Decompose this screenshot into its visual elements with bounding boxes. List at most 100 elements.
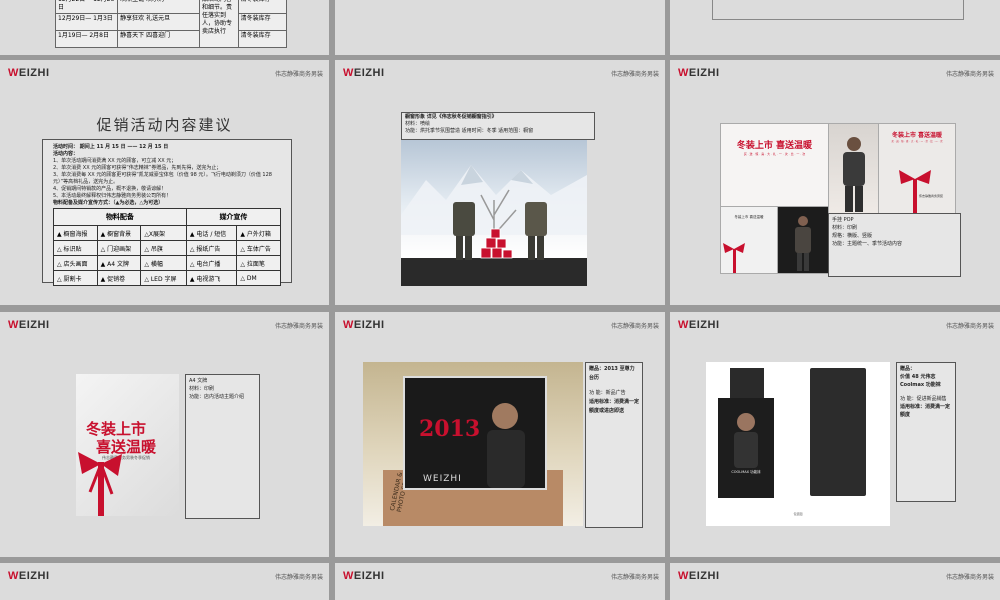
a4-line: 材料：印刷 (189, 386, 215, 392)
sock-line: 适用标准：消费满一定额度 (900, 404, 951, 418)
sock-box-front: COOLMAX 功能袜 (718, 398, 774, 498)
slide-a4-sign[interactable]: WEIZHI 伟志静雅商务男装 冬装上市 喜送温暖 伟志静雅商务男装冬季促销 A… (0, 312, 329, 557)
promo-line: 1、单次活动期间消费满 XX 元的顾客，可立减 XX 元； (53, 158, 177, 164)
schedule-date: 12月22日— 12月25日 (54, 0, 119, 14)
table-header: 媒介宣传 (185, 208, 282, 226)
slide-window-display[interactable]: WEIZHI 伟志静雅商务男装 橱窗形象 详见《伟志秋冬促销橱窗指引》 材料：喷… (335, 60, 665, 305)
brand-tagline: 伟志静雅商务男装 (610, 323, 659, 330)
calendar-photo: CALENDAR & PHOTO FRAME 2013 WEIZHI (363, 362, 583, 526)
gift-line: 适用标准：消费满一定额度或进店即送 (589, 399, 640, 414)
slide-partial-bottom-1[interactable]: WEIZHI 伟志静雅商务男装 (0, 563, 329, 600)
table-cell: ▲ 户外灯箱 (236, 225, 281, 241)
brand-tagline: 伟志静雅商务男装 (945, 323, 994, 330)
window-function: 功能：烘托季节氛围营造 适用时间：冬季 适用范围：橱窗 (405, 128, 534, 134)
table-cell: △ 厨割卡 (53, 270, 98, 286)
calendar-brand: WEIZHI (423, 474, 462, 484)
brand-tagline: 伟志静雅商务男装 (945, 574, 994, 581)
table-header: 物料配备 (53, 208, 187, 226)
table-row: 12月22日— 12月25日 欢欣圣诞 欢乐购 品活动内容和细节。责任落实到人，… (54, 0, 288, 48)
pop-line: 材料：印刷 (832, 225, 858, 231)
slide-box-partial[interactable] (670, 0, 1000, 55)
weizhi-logo: WEIZHI (678, 570, 720, 582)
page-title: 促销活动内容建议 (96, 116, 233, 134)
table-row: △ 标识贴 △ 门迎画架 △ 吊旗 △ 报纸广告 △ 车体广告 (53, 240, 281, 256)
sock-caption: 包装图 (793, 512, 803, 516)
weizhi-logo: WEIZHI (343, 319, 385, 331)
a4-line: 功能：店内活动主题介绍 (189, 394, 245, 400)
pop-banner: 伟志静雅商务男装 (919, 194, 944, 198)
slide-sock-gift[interactable]: WEIZHI 伟志静雅商务男装 COOLMAX 功能袜 包装图 赠品： 价值 4… (670, 312, 1000, 557)
pop-poster-horizontal: 冬装上市 喜送温暖 买 · 送 · 惊 · 喜 · 大 · 礼 · 一 · 次 … (720, 123, 829, 207)
promo-content-label: 活动内容： (53, 151, 79, 157)
model-figure (795, 216, 811, 271)
promo-line: 5、本活动最终解释权归伟志静雅商务男装公司所有！ (53, 193, 172, 199)
table-cell: ▲ 电话 / 短信 (185, 225, 238, 241)
schedule-table: 12月22日— 12月25日 欢欣圣诞 欢乐购 品活动内容和细节。责任落实到人，… (54, 0, 288, 48)
window-form: 橱窗形象 详见《伟志秋冬促销橱窗指引》 (405, 114, 497, 120)
schedule-stock: 清冬装库存 (237, 30, 288, 48)
a4-info-box: A4 文牌 材料：印刷 功能：店内活动主题介绍 (185, 374, 260, 519)
slide-promo-content[interactable]: WEIZHI 伟志静雅商务男装 促销活动内容建议 活动时间： 期间上 11 月 … (0, 60, 329, 305)
weizhi-logo: WEIZHI (8, 67, 50, 79)
weizhi-logo: WEIZHI (8, 319, 50, 331)
brand-tagline: 伟志静雅商务男装 (274, 71, 323, 78)
sock-line: 功 能：促进新品销售 (900, 396, 947, 402)
materials-table: 物料配备 媒介宣传 ▲ 橱窗海报 ▲ 橱窗背景 △X展架 ▲ 电话 / 短信 ▲ 户外灯… (53, 208, 282, 286)
table-cell: △ 店头画面 (53, 255, 98, 271)
slide-partial-bottom-2[interactable]: WEIZHI 伟志静雅商务男装 (335, 563, 665, 600)
promo-line: 4、促销期间特销款的产品，概不退换，敬请谅解！ (53, 186, 167, 192)
window-info-box: 橱窗形象 详见《伟志秋冬促销橱窗指引》 材料：喷绘 功能：烘托季节氛围营造 适用… (401, 112, 595, 140)
pop-headline: 冬装上市 喜送温暖 (736, 141, 813, 151)
weizhi-logo: WEIZHI (343, 570, 385, 582)
a4-line: A4 文牌 (189, 378, 208, 384)
pop-line: 手挂 POP (832, 217, 854, 223)
table-cell: △ 车体广告 (236, 240, 281, 256)
calendar-frame: 2013 WEIZHI (403, 376, 547, 490)
materials-label: 物料配备及媒介宣传方式：（▲为必选，△为可选） (53, 200, 164, 206)
slide-schedule-partial[interactable]: 12月22日— 12月25日 欢欣圣诞 欢乐购 品活动内容和细节。责任落实到人，… (0, 0, 329, 55)
table-cell: △ 拉面笔 (236, 255, 281, 271)
pop-model-photo (828, 123, 880, 214)
table-row: 物料配备 媒介宣传 (53, 208, 282, 226)
promo-time: 活动时间： 期间上 11 月 15 日 —— 12 月 15 日 (53, 144, 169, 150)
table-row: ▲ 橱窗海报 ▲ 橱窗背景 △X展架 ▲ 电话 / 短信 ▲ 户外灯箱 (53, 225, 281, 241)
slide-partial-bottom-3[interactable]: WEIZHI 伟志静雅商务男装 (670, 563, 1000, 600)
table-cell: △ 报纸广告 (185, 240, 238, 256)
table-cell: △ LED 字屏 (140, 270, 187, 286)
brand-tagline: 伟志静雅商务男装 (945, 71, 994, 78)
window-scene (401, 165, 587, 286)
brand-tagline: 伟志静雅商务男装 (610, 574, 659, 581)
gift-bow-icon (78, 452, 122, 516)
gift-info-box: 赠品：2013 至尊力台历 功 能：新品广告 适用标准：消费满一定额度或进店即送 (585, 362, 643, 528)
table-cell: ▲ A4 文牌 (96, 255, 142, 271)
table-cell: △X展架 (140, 225, 187, 241)
model-portrait (734, 413, 758, 468)
sock-box-brand: COOLMAX 功能袜 (731, 470, 761, 474)
schedule-theme: 欢欣圣诞 欢乐购 (117, 0, 200, 14)
sock-line: 赠品： (900, 366, 916, 372)
table-cell: ▲ 橱窗海报 (53, 225, 98, 241)
brand-tagline: 伟志静雅商务男装 (610, 71, 659, 78)
slide-blank-partial[interactable] (335, 0, 665, 55)
weizhi-logo: WEIZHI (343, 67, 385, 79)
model-figure (843, 137, 865, 212)
frame-box (712, 0, 964, 20)
table-cell: △ DM (236, 270, 281, 286)
gift-bow-icon (899, 170, 931, 213)
table-cell: △ 横幅 (140, 255, 187, 271)
brand-tagline: 伟志静雅商务男装 (274, 323, 323, 330)
slide-calendar-gift[interactable]: WEIZHI 伟志静雅商务男装 CALENDAR & PHOTO FRAME 2… (335, 312, 665, 557)
model-portrait (487, 403, 525, 488)
pop-info-box: 手挂 POP 材料：印刷 规格：横版、竖版 功能：主题统一、季节活动内容 (828, 213, 961, 277)
pop-line: 规格：横版、竖版 (832, 233, 873, 239)
promo-line: 3、单次消费每 XX 元的顾客更可获得“凯龙威豪宝体包（价值 98 元）。飞行电… (53, 172, 272, 185)
slide-hanging-pop[interactable]: WEIZHI 伟志静雅商务男装 冬装上市 喜送温暖 买 · 送 · 惊 · 喜 … (670, 60, 1000, 305)
table-row: △ 店头画面 ▲ A4 文牌 △ 横幅 △ 电台广播 △ 拉面笔 (53, 255, 281, 271)
sock-info-box: 赠品： 价值 48 元伟志 Coolmax 功能袜 功 能：促进新品销售 适用标… (896, 362, 956, 502)
window-material: 材料：喷绘 (405, 121, 431, 127)
schedule-theme: 静喜天下 四喜迎门 (117, 30, 200, 48)
schedule-date: 12月29日— 1月3日 (54, 13, 119, 31)
table-row: 12月29日— 1月3日 静享狂欢 礼送元旦 清冬装库存 (54, 13, 288, 31)
schedule-notes: 品活动内容和细节。责任落实到人，协助专卖店执行 (198, 0, 239, 48)
table-cell: ▲ 电视游飞 (185, 270, 238, 286)
